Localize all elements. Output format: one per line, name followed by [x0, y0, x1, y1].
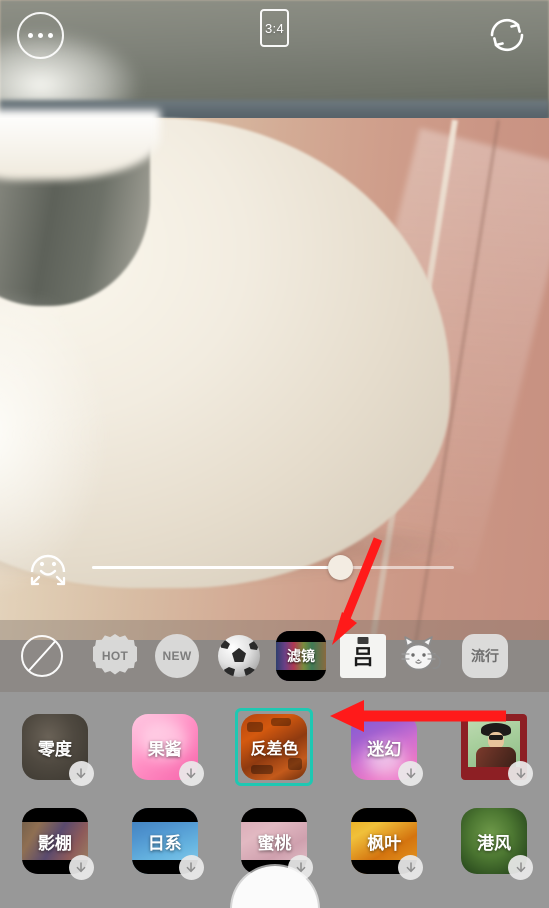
soccer-ball-icon: [218, 635, 260, 677]
makeup-tile-icon: 吕: [340, 634, 386, 678]
effect-item-new[interactable]: NEW: [146, 620, 208, 692]
filter-item-zero[interactable]: 零度: [0, 708, 110, 786]
camera-viewfinder[interactable]: [0, 0, 549, 640]
filter-item-portrait[interactable]: [439, 708, 549, 786]
effect-item-label: HOT: [101, 649, 129, 663]
face-beauty-button[interactable]: [22, 546, 74, 592]
beauty-slider[interactable]: [92, 555, 454, 580]
download-arrow-icon[interactable]: [68, 855, 94, 880]
ellipsis-icon: [38, 33, 43, 38]
effect-item-filter[interactable]: 滤镜: [270, 620, 332, 692]
face-beauty-icon: [30, 554, 66, 586]
new-badge-icon: NEW: [155, 634, 199, 678]
more-options-button[interactable]: [17, 12, 64, 59]
effect-item-label: 流行: [471, 648, 499, 664]
slider-fill: [92, 566, 342, 569]
effect-item-makeup[interactable]: 吕: [332, 620, 394, 692]
aspect-ratio-label: 3:4: [265, 20, 284, 36]
filter-item-japanese[interactable]: 日系: [110, 802, 220, 880]
ellipsis-icon: [28, 33, 33, 38]
hot-badge-icon: HOT: [93, 634, 137, 675]
download-arrow-icon[interactable]: [398, 761, 424, 786]
effect-item-sticker[interactable]: [394, 632, 454, 680]
filter-item-contrast-color[interactable]: 反差色: [220, 708, 330, 786]
filter-label: 枫叶: [367, 833, 402, 853]
filter-item-jam[interactable]: 果酱: [110, 708, 220, 786]
camera-screen: 3:4 HOT NEW 滤镜 吕 流行 零度 果酱 反差色 迷幻 影棚 日系 蜜…: [0, 0, 549, 908]
portrait-photo: [468, 721, 521, 767]
filter-item-hongkong[interactable]: 港风: [439, 802, 549, 880]
download-arrow-icon[interactable]: [178, 761, 204, 786]
no-filter-icon: [21, 635, 63, 677]
filter-row: 零度 果酱 反差色 迷幻: [0, 692, 549, 786]
filter-label: 果酱: [147, 739, 182, 759]
filter-tab-icon: 滤镜: [276, 631, 326, 681]
download-arrow-icon[interactable]: [508, 855, 534, 880]
filter-label: 蜜桃: [257, 833, 292, 853]
download-arrow-icon[interactable]: [508, 761, 534, 786]
effect-item-label: NEW: [162, 649, 192, 663]
filter-item-psychedelic[interactable]: 迷幻: [329, 708, 439, 786]
aspect-ratio-button[interactable]: 3:4: [260, 9, 289, 47]
filter-label: 港风: [477, 833, 512, 853]
download-arrow-icon[interactable]: [68, 761, 94, 786]
effect-item-trending[interactable]: 流行: [454, 620, 516, 692]
effect-item-ball[interactable]: [208, 620, 270, 692]
filter-label: 迷幻: [367, 739, 402, 759]
trending-pill-icon: 流行: [462, 634, 508, 678]
filter-label: 反差色: [250, 741, 299, 758]
slider-thumb[interactable]: [328, 555, 353, 580]
filter-thumbnail: 反差色: [241, 714, 308, 780]
cat-sticker-icon: [401, 636, 441, 671]
filter-label: 影棚: [37, 833, 72, 853]
effect-item-label: 滤镜: [287, 648, 315, 664]
filter-label: 零度: [37, 739, 72, 759]
camera-flip-button[interactable]: [483, 11, 531, 59]
beauty-control-row: [0, 546, 549, 592]
effect-toolbar: HOT NEW 滤镜 吕 流行: [0, 620, 549, 692]
filter-label: 日系: [147, 833, 182, 853]
effect-item-none[interactable]: [0, 620, 84, 692]
ellipsis-icon: [48, 33, 53, 38]
top-bar: 3:4: [0, 0, 549, 72]
filter-item-studio[interactable]: 影棚: [0, 802, 110, 880]
download-arrow-icon[interactable]: [178, 855, 204, 880]
filter-item-maple[interactable]: 枫叶: [329, 802, 439, 880]
effect-item-label: 吕: [352, 646, 374, 669]
effect-item-hot[interactable]: HOT: [84, 620, 146, 692]
camera-flip-icon: [490, 18, 524, 52]
download-arrow-icon[interactable]: [398, 855, 424, 880]
